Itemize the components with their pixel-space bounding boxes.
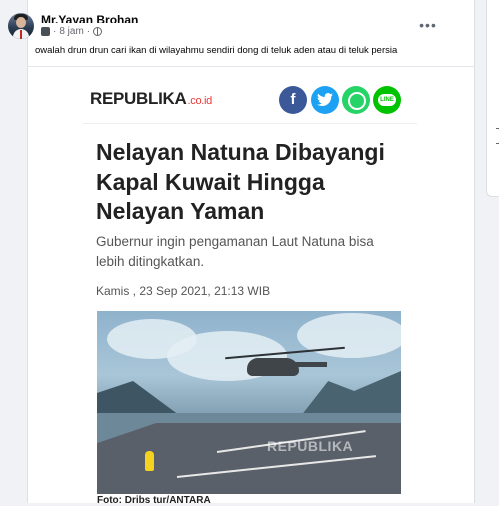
author-avatar[interactable] — [8, 13, 34, 39]
article-date: Kamis , 23 Sep 2021, 21:13 WIB — [96, 284, 271, 298]
twitter-icon — [311, 86, 339, 114]
republika-logo: REPUBLIKA.co.id — [90, 89, 212, 108]
deck-crew-person — [145, 451, 154, 471]
globe-icon — [93, 27, 103, 36]
article-headline: Nelayan Natuna Dibayangi Kapal Kuwait Hi… — [96, 139, 385, 224]
photo-credit: Foto: Dribs tur/ANTARA — [97, 495, 211, 506]
post-meta: · 8 jam · — [41, 25, 103, 38]
group-badge-icon — [41, 27, 50, 36]
photo-watermark: REPUBLIKA — [267, 438, 354, 454]
shared-article-image[interactable]: REPUBLIKA.co.id f LINE Nelayan Natuna Di… — [83, 78, 417, 506]
article-header-divider — [83, 123, 417, 124]
post-divider — [27, 66, 475, 67]
more-options-button[interactable]: ••• — [418, 16, 438, 34]
article-photo: REPUBLIKA — [97, 311, 401, 494]
post-caption: owalah drun drun cari ikan di wilayahmu … — [35, 45, 398, 56]
more-horizontal-icon: ••• — [419, 17, 437, 33]
post-time-separator: · — [53, 26, 57, 37]
article-subtitle: Gubernur ingin pengamanan Laut Natuna bi… — [96, 234, 374, 269]
post-author-name[interactable]: Mr.Yayan Brohan — [41, 9, 141, 23]
post-timestamp[interactable]: 8 jam — [59, 26, 83, 37]
post-time-separator: · — [86, 26, 91, 37]
helicopter — [247, 358, 299, 376]
facebook-icon: f — [279, 86, 307, 114]
whatsapp-icon — [342, 86, 370, 114]
line-icon: LINE — [373, 86, 401, 114]
side-card — [486, 0, 499, 197]
